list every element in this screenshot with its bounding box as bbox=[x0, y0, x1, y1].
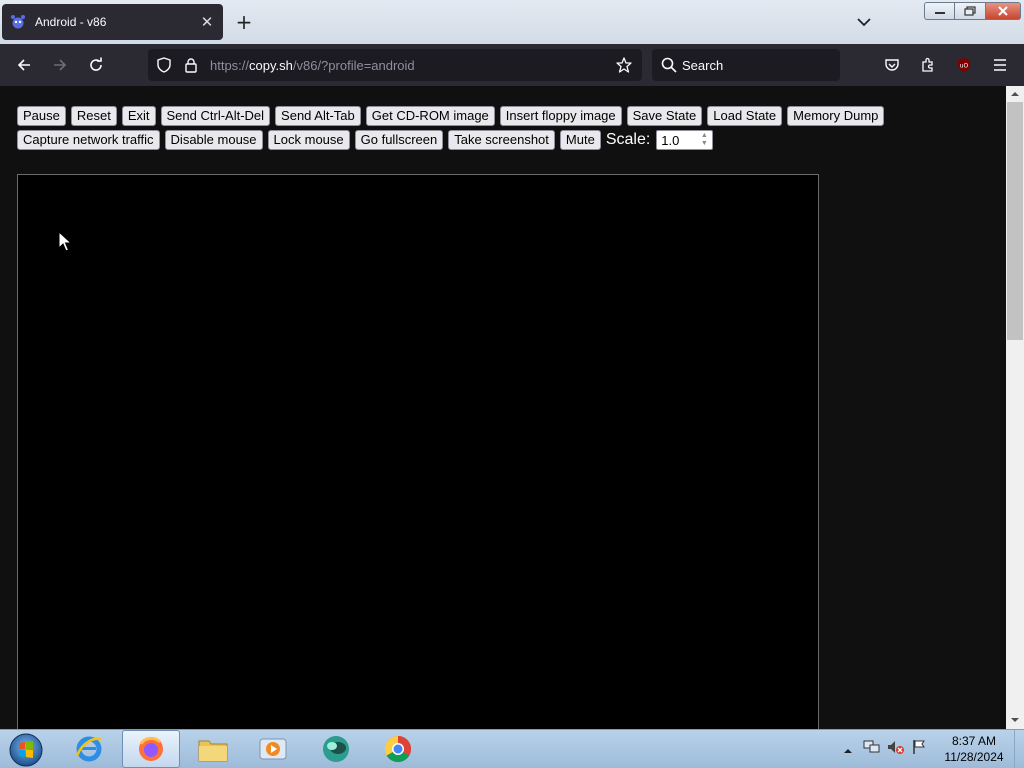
taskbar-internet-explorer[interactable] bbox=[60, 730, 118, 768]
windows-taskbar: 8:37 AM 11/28/2024 bbox=[0, 729, 1024, 768]
scale-spinner-icon[interactable]: ▲ ▼ bbox=[699, 132, 709, 148]
url-text[interactable]: https://copy.sh/v86/?profile=android bbox=[210, 58, 415, 73]
exit-button[interactable]: Exit bbox=[121, 106, 156, 126]
save-state-button[interactable]: Save State bbox=[626, 106, 703, 126]
memory-dump-button[interactable]: Memory Dump bbox=[787, 106, 885, 126]
send-ctrl-alt-del-button[interactable]: Send Ctrl-Alt-Del bbox=[160, 106, 271, 126]
clock-time: 8:37 AM bbox=[951, 734, 997, 748]
green-app-icon bbox=[323, 736, 349, 762]
address-bar[interactable]: https://copy.sh/v86/?profile=android bbox=[148, 49, 642, 81]
close-tab-icon[interactable]: ✕ bbox=[196, 11, 218, 33]
network-icon[interactable] bbox=[863, 739, 881, 759]
insert-floppy-image-button[interactable]: Insert floppy image bbox=[499, 106, 622, 126]
emulator-toolbar: Pause Reset Exit Send Ctrl-Alt-Del Send Alt-… bbox=[17, 106, 897, 154]
get-cd-rom-image-button[interactable]: Get CD-ROM image bbox=[365, 106, 495, 126]
restore-window-button[interactable] bbox=[955, 2, 986, 20]
reset-button[interactable]: Reset bbox=[70, 106, 117, 126]
chrome-icon bbox=[384, 735, 412, 763]
pocket-icon[interactable] bbox=[879, 52, 905, 78]
search-icon bbox=[661, 57, 677, 77]
tracking-protection-shield-icon[interactable] bbox=[156, 57, 172, 77]
back-icon[interactable] bbox=[11, 52, 37, 78]
tab-android-v86[interactable]: Android - v86 ✕ bbox=[2, 4, 223, 40]
bookmark-star-icon[interactable] bbox=[616, 57, 632, 77]
send-alt-tab-button[interactable]: Send Alt-Tab bbox=[275, 106, 361, 126]
disable-mouse-button[interactable]: Disable mouse bbox=[164, 130, 263, 150]
taskbar-firefox[interactable] bbox=[122, 730, 180, 768]
v86-favicon-icon bbox=[10, 14, 26, 30]
system-tray bbox=[843, 730, 927, 768]
taskbar-app-green[interactable] bbox=[307, 730, 365, 768]
reload-icon[interactable] bbox=[83, 52, 109, 78]
navigation-bar: https://copy.sh/v86/?profile=android uO bbox=[0, 44, 1024, 86]
show-hidden-icons-icon[interactable] bbox=[843, 740, 857, 759]
media-player-icon bbox=[259, 738, 287, 760]
url-domain: copy.sh bbox=[249, 57, 293, 73]
scroll-down-arrow-icon[interactable] bbox=[1011, 716, 1019, 724]
vertical-scrollbar[interactable] bbox=[1006, 86, 1024, 729]
mouse-cursor-icon bbox=[58, 231, 72, 252]
firefox-icon bbox=[139, 736, 163, 761]
scroll-up-arrow-icon[interactable] bbox=[1011, 90, 1019, 98]
list-all-tabs-icon[interactable] bbox=[852, 10, 876, 34]
toolbar-row-1: Pause Reset Exit Send Ctrl-Alt-Del Send Alt-… bbox=[17, 106, 897, 126]
extensions-icon[interactable] bbox=[915, 52, 941, 78]
tab-title: Android - v86 bbox=[35, 15, 107, 29]
lock-icon[interactable] bbox=[184, 57, 198, 77]
close-window-button[interactable] bbox=[986, 2, 1021, 20]
volume-muted-icon[interactable] bbox=[887, 739, 905, 759]
internet-explorer-icon bbox=[75, 736, 102, 762]
scale-input[interactable]: 1.0 ▲ ▼ bbox=[656, 130, 714, 150]
mute-button[interactable]: Mute bbox=[559, 130, 601, 150]
taskbar-chrome[interactable] bbox=[369, 730, 427, 768]
capture-network-traffic-button[interactable]: Capture network traffic bbox=[17, 130, 160, 150]
url-scheme: https:// bbox=[210, 57, 250, 73]
system-clock[interactable]: 8:37 AM 11/28/2024 bbox=[940, 733, 1008, 765]
show-desktop-button[interactable] bbox=[1014, 730, 1024, 768]
ublock-origin-icon[interactable]: uO bbox=[951, 52, 977, 78]
toolbar-row-2: Capture network traffic Disable mouse Lock… bbox=[17, 130, 897, 150]
scrollbar-thumb[interactable] bbox=[1007, 102, 1023, 340]
page-content: Pause Reset Exit Send Ctrl-Alt-Del Send Alt-… bbox=[0, 86, 1006, 729]
scale-value: 1.0 bbox=[661, 133, 680, 148]
go-fullscreen-button[interactable]: Go fullscreen bbox=[354, 130, 444, 150]
windows-logo-icon bbox=[9, 733, 43, 766]
lock-mouse-button[interactable]: Lock mouse bbox=[267, 130, 350, 150]
pause-button[interactable]: Pause bbox=[17, 106, 66, 126]
folder-icon bbox=[198, 740, 228, 762]
new-tab-icon[interactable]: + bbox=[232, 10, 256, 34]
action-center-flag-icon[interactable] bbox=[911, 739, 927, 759]
search-input[interactable] bbox=[682, 55, 832, 75]
emulator-screen[interactable] bbox=[17, 174, 819, 729]
forward-icon[interactable] bbox=[47, 52, 73, 78]
svg-text:uO: uO bbox=[960, 63, 969, 70]
taskbar-file-explorer[interactable] bbox=[184, 730, 242, 768]
minimize-window-button[interactable] bbox=[924, 2, 955, 20]
clock-date: 11/28/2024 bbox=[944, 750, 1004, 764]
search-bar[interactable] bbox=[652, 49, 840, 81]
scale-label: Scale: bbox=[605, 131, 651, 148]
take-screenshot-button[interactable]: Take screenshot bbox=[448, 130, 555, 150]
tab-bar: Android - v86 ✕ + bbox=[0, 0, 1024, 44]
start-button[interactable] bbox=[6, 731, 46, 768]
url-path: /v86/?profile=android bbox=[292, 57, 415, 73]
taskbar-media-player[interactable] bbox=[244, 730, 302, 768]
menu-hamburger-icon[interactable] bbox=[987, 52, 1013, 78]
load-state-button[interactable]: Load State bbox=[707, 106, 783, 126]
